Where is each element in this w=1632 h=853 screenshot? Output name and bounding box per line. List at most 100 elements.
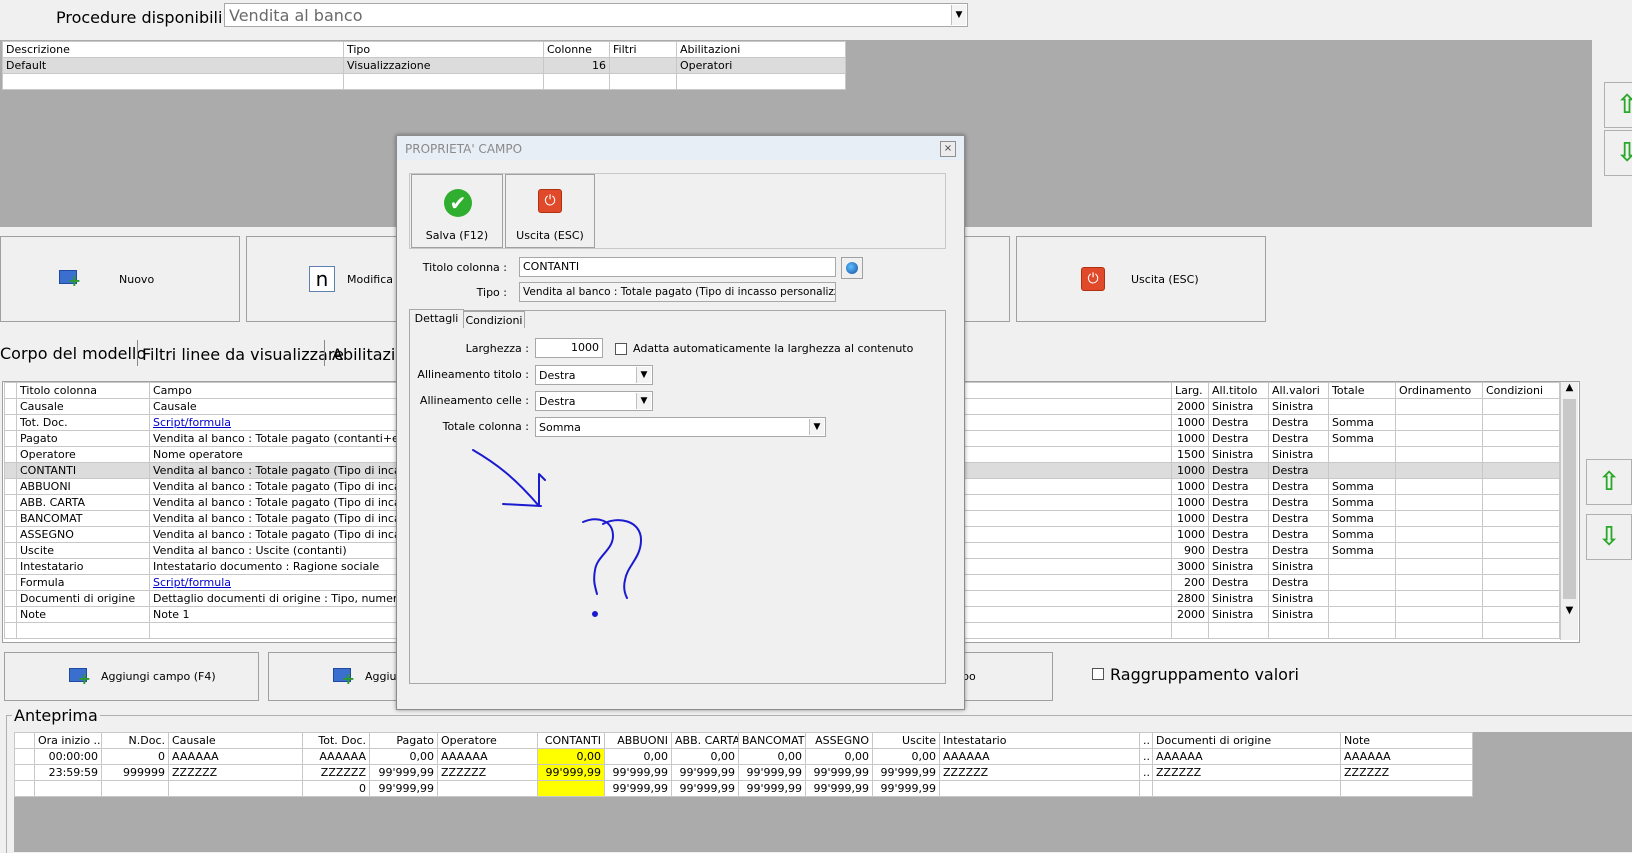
modifica-button[interactable]: n Modifica [246, 236, 406, 322]
grid-cell[interactable] [34, 780, 102, 797]
grid-cell[interactable]: 2800 [1171, 590, 1209, 607]
column-header[interactable]: Pagato [369, 732, 438, 749]
titolo-input[interactable]: CONTANTI [519, 257, 836, 277]
save-button[interactable]: ✔ Salva (F12) [411, 174, 503, 248]
chevron-down-icon[interactable]: ▼ [951, 5, 966, 25]
grid-cell[interactable]: AAAAAA [168, 748, 303, 765]
grid-cell[interactable]: 1000 [1171, 414, 1209, 431]
grid-cell[interactable]: ZZZZZZ [1340, 764, 1473, 781]
column-header[interactable]: Intestatario [939, 732, 1140, 749]
grid-cell[interactable]: Destra [1268, 478, 1329, 495]
grid-cell[interactable]: Default [2, 57, 344, 74]
grid-cell[interactable] [1482, 526, 1560, 543]
grid-cell[interactable] [4, 622, 17, 639]
column-header[interactable]: Totale [1328, 382, 1396, 399]
grid-cell[interactable] [1482, 574, 1560, 591]
grid-cell[interactable]: Sinistra [1268, 446, 1329, 463]
scroll-up-icon[interactable]: ▲ [1561, 382, 1578, 393]
grid-cell[interactable] [1482, 510, 1560, 527]
grid-cell[interactable] [1328, 622, 1396, 639]
column-header[interactable]: Filtri [609, 41, 677, 58]
grid-cell[interactable]: Sinistra [1208, 446, 1269, 463]
fields-scrollbar[interactable]: ▲ ▼ [1560, 382, 1578, 640]
grid-cell[interactable] [1340, 780, 1473, 797]
grid-cell[interactable]: Operatore [16, 446, 150, 463]
translate-button[interactable] [841, 257, 863, 279]
column-header[interactable]: N.Doc. [101, 732, 169, 749]
grid-cell[interactable] [2, 73, 344, 90]
grid-cell[interactable] [1139, 780, 1153, 797]
grid-cell[interactable]: Somma [1328, 510, 1396, 527]
grid-cell[interactable]: Visualizzazione [343, 57, 544, 74]
column-header[interactable]: BANCOMAT [738, 732, 806, 749]
grid-cell[interactable]: 1000 [1171, 526, 1209, 543]
grid-cell[interactable] [1482, 430, 1560, 447]
grid-cell[interactable]: Destra [1208, 430, 1269, 447]
adatta-checkbox[interactable] [615, 343, 627, 355]
column-header[interactable]: Tipo [343, 41, 544, 58]
grid-cell[interactable] [1328, 606, 1396, 623]
column-header[interactable]: Ordinamento [1395, 382, 1483, 399]
grid-cell[interactable]: Sinistra [1268, 590, 1329, 607]
row-selector-header[interactable] [14, 732, 35, 749]
grid-cell[interactable]: 99'999,99 [738, 764, 806, 781]
grid-cell[interactable] [1171, 622, 1209, 639]
grid-cell[interactable]: Causale [16, 398, 150, 415]
row-selector[interactable] [4, 462, 17, 479]
dialog-exit-button[interactable]: ⏻ Uscita (ESC) [505, 174, 595, 248]
grid-cell[interactable]: Sinistra [1208, 558, 1269, 575]
grid-cell[interactable]: Destra [1268, 542, 1329, 559]
grid-cell[interactable]: Destra [1208, 526, 1269, 543]
grid-cell[interactable] [1482, 398, 1560, 415]
grid-cell[interactable]: 0,00 [369, 748, 438, 765]
grid-cell[interactable] [537, 780, 605, 797]
column-header[interactable]: Abilitazioni [676, 41, 846, 58]
grid-cell[interactable]: Operatori [676, 57, 846, 74]
row-selector[interactable] [4, 494, 17, 511]
row-selector[interactable] [4, 510, 17, 527]
column-header[interactable]: Condizioni [1482, 382, 1560, 399]
grid-cell[interactable]: BANCOMAT [16, 510, 150, 527]
grid-cell[interactable]: 900 [1171, 542, 1209, 559]
row-selector[interactable] [4, 590, 17, 607]
grid-cell[interactable] [101, 780, 169, 797]
chevron-down-icon[interactable]: ▼ [636, 367, 651, 383]
column-header[interactable]: Uscite [872, 732, 940, 749]
grid-cell[interactable]: AAAAAA [939, 748, 1140, 765]
grid-cell[interactable]: 2000 [1171, 398, 1209, 415]
grid-cell[interactable]: ZZZZZZ [437, 764, 538, 781]
row-selector[interactable] [4, 414, 17, 431]
row-selector[interactable] [4, 526, 17, 543]
column-header[interactable]: ABB. CARTA [671, 732, 739, 749]
grid-cell[interactable] [437, 780, 538, 797]
tab-condizioni[interactable]: Condizioni [463, 311, 525, 328]
move-field-down-icon[interactable]: ⇩ [1586, 514, 1632, 560]
table-row[interactable]: Default Visualizzazione 16 Operatori [2, 57, 846, 74]
grid-cell[interactable] [1482, 558, 1560, 575]
grid-cell[interactable] [1482, 542, 1560, 559]
grid-cell[interactable]: .. [1139, 748, 1153, 765]
grid-cell[interactable]: Sinistra [1208, 398, 1269, 415]
grid-cell[interactable]: Destra [1208, 462, 1269, 479]
grid-cell[interactable] [1328, 574, 1396, 591]
grid-cell[interactable] [1395, 430, 1483, 447]
grid-cell[interactable] [1482, 622, 1560, 639]
grid-cell[interactable]: 2000 [1171, 606, 1209, 623]
column-header[interactable]: All.valori [1268, 382, 1329, 399]
column-header[interactable]: Colonne [543, 41, 610, 58]
grid-cell[interactable]: Destra [1208, 510, 1269, 527]
grid-cell[interactable]: Sinistra [1268, 558, 1329, 575]
row-selector-header[interactable] [4, 382, 17, 399]
grid-cell[interactable]: 99'999,99 [369, 764, 438, 781]
grid-cell[interactable] [609, 73, 677, 90]
grid-cell[interactable]: 0,00 [738, 748, 806, 765]
grid-cell[interactable]: 1000 [1171, 494, 1209, 511]
row-selector[interactable] [4, 430, 17, 447]
grid-cell[interactable]: 99'999,99 [537, 764, 605, 781]
grid-cell[interactable]: .. [1139, 764, 1153, 781]
grid-cell[interactable] [1395, 414, 1483, 431]
column-header[interactable]: CONTANTI [537, 732, 605, 749]
row-selector[interactable] [14, 748, 35, 765]
grid-cell[interactable]: Somma [1328, 414, 1396, 431]
grid-cell[interactable] [1395, 494, 1483, 511]
